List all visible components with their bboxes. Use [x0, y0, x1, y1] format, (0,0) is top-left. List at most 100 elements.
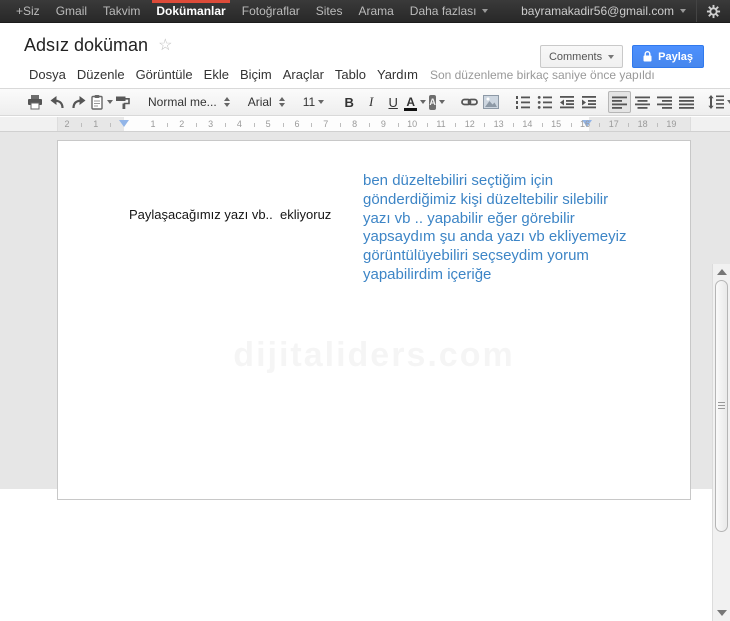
document-title[interactable]: Adsız doküman [24, 35, 148, 56]
ruler: 2 1 1 2 3 4 5 6 7 8 9 10 11 12 13 14 15 16 17 18 19 [0, 117, 730, 132]
vertical-scrollbar[interactable] [712, 264, 730, 621]
account-email: bayramakadir56@gmail.com [521, 4, 674, 18]
web-clipboard-button[interactable] [90, 91, 113, 113]
decrease-indent-icon [559, 95, 575, 109]
menu-item-4[interactable]: Biçim [235, 65, 277, 84]
menu-item-1[interactable]: Düzenle [72, 65, 130, 84]
ruler-number: 2 [64, 119, 70, 129]
ruler-number: 13 [493, 119, 504, 129]
numbered-list-button[interactable] [512, 91, 534, 113]
ruler-tick [455, 123, 457, 127]
topbar-item-3[interactable]: Dokümanlar [148, 0, 233, 22]
numbered-list-icon [515, 95, 531, 109]
blue-text-line-1: gönderdiğimiz kişi düzeltebilir silebili… [363, 190, 609, 208]
underline-button[interactable]: U [382, 91, 404, 113]
topbar-item-7[interactable]: Daha fazlası [402, 0, 496, 22]
print-button[interactable] [24, 91, 46, 113]
topbar-item-4[interactable]: Fotoğraflar [234, 0, 308, 22]
link-icon [460, 96, 478, 108]
menu-item-3[interactable]: Ekle [199, 65, 234, 84]
scrollbar-thumb[interactable] [715, 280, 728, 532]
align-center-icon [634, 96, 650, 109]
paragraph-style-selector[interactable]: Normal me... [144, 91, 234, 113]
document-canvas-area: dijitaliders.com Paylaşacağımız yazı vb.… [0, 132, 730, 621]
line-spacing-button[interactable] [708, 91, 730, 113]
bold-button[interactable]: B [338, 91, 360, 113]
document-header: Adsız doküman ☆ Comments Paylaş Dosya Düz… [0, 24, 730, 88]
menu-item-6[interactable]: Tablo [330, 65, 371, 84]
bulleted-list-button[interactable] [534, 91, 556, 113]
ruler-number: 9 [380, 119, 386, 129]
topbar-item-5[interactable]: Sites [308, 0, 351, 22]
justify-icon [678, 96, 694, 109]
ruler-number: 3 [208, 119, 214, 129]
watermark: dijitaliders.com [233, 336, 515, 374]
redo-button[interactable] [68, 91, 90, 113]
topbar-item-0[interactable]: +Siz [8, 0, 48, 22]
decrease-indent-button[interactable] [556, 91, 578, 113]
highlight-color-button[interactable]: A [426, 91, 448, 113]
topbar-right: bayramakadir56@gmail.com [511, 0, 730, 22]
italic-button[interactable]: I [360, 91, 382, 113]
account-menu[interactable]: bayramakadir56@gmail.com [511, 0, 696, 22]
ruler-tick [196, 123, 198, 127]
blue-text-line-0: ben düzeltebiliri seçtiğim için [363, 172, 554, 189]
document-blue-text[interactable]: ben düzeltebiliri seçtiğim için gönderdiğ… [363, 172, 626, 285]
menu-item-2[interactable]: Görüntüle [131, 65, 198, 84]
menu-bar: Dosya Düzenle Görüntüle Ekle Biçim Araçlar Tab… [24, 65, 424, 84]
ruler-band[interactable]: 2 1 1 2 3 4 5 6 7 8 9 10 11 12 13 14 15 16 17 18 19 [57, 117, 691, 131]
italic-label: I [369, 94, 374, 109]
redo-icon [71, 95, 87, 109]
menu-item-5[interactable]: Araçlar [278, 65, 329, 84]
star-icon[interactable]: ☆ [158, 37, 172, 54]
ruler-number: 7 [323, 119, 329, 129]
ruler-number: 19 [666, 119, 677, 129]
highlight-dropdown-arrow[interactable] [439, 100, 446, 104]
left-indent-marker[interactable] [119, 120, 129, 127]
ruler-tick [426, 123, 428, 127]
ruler-number: 12 [464, 119, 475, 129]
align-left-button[interactable] [608, 91, 632, 113]
topbar-item-6[interactable]: Arama [350, 0, 401, 22]
ruler-number: 16 [579, 119, 591, 129]
document-paragraph[interactable]: Paylaşacağımız yazı vb.. ekliyoruz [129, 207, 331, 222]
scroll-down-arrow[interactable] [717, 610, 727, 616]
topbar-nav: +Siz Gmail Takvim Dokümanlar Fotoğraflar Site… [0, 0, 496, 22]
align-right-button[interactable] [653, 91, 675, 113]
scroll-up-arrow[interactable] [717, 269, 727, 275]
topbar-item-2[interactable]: Takvim [95, 0, 148, 22]
justify-button[interactable] [675, 91, 697, 113]
ruler-tick [225, 123, 226, 127]
increase-indent-button[interactable] [578, 91, 600, 113]
text-color-button[interactable]: A [404, 91, 427, 113]
scrollbar-grip-icon [718, 402, 725, 409]
text-color-dropdown-arrow[interactable] [420, 100, 427, 104]
updown-arrows-icon [278, 97, 285, 107]
last-edit-status: Son düzenleme birkaç saniye önce yapıldı [429, 67, 655, 82]
bulleted-list-icon [537, 95, 553, 109]
insert-image-button[interactable] [480, 91, 502, 113]
menu-item-0[interactable]: Dosya [24, 65, 71, 84]
image-icon [483, 95, 500, 109]
ruler-number: 1 [93, 119, 99, 129]
font-size-selector[interactable]: 11 [299, 91, 328, 113]
clipboard-icon [90, 94, 104, 110]
ruler-tick [397, 123, 399, 127]
ruler-tick [484, 123, 486, 127]
paint-format-icon [115, 95, 131, 110]
ruler-tick [657, 123, 658, 127]
settings-button[interactable] [696, 0, 730, 22]
menu-item-7[interactable]: Yardım [372, 65, 423, 84]
ruler-tick [541, 123, 543, 127]
ruler-tick [513, 123, 514, 127]
share-button-label: Paylaş [658, 50, 693, 63]
align-center-button[interactable] [631, 91, 653, 113]
insert-link-button[interactable] [458, 91, 480, 113]
font-size-dropdown-arrow [318, 100, 325, 104]
paint-format-button[interactable] [112, 91, 134, 113]
document-page[interactable]: dijitaliders.com Paylaşacağımız yazı vb.… [57, 140, 691, 500]
ruler-number: 4 [236, 119, 242, 129]
undo-button[interactable] [46, 91, 68, 113]
font-selector[interactable]: Arial [244, 91, 289, 113]
topbar-item-1[interactable]: Gmail [48, 0, 95, 22]
